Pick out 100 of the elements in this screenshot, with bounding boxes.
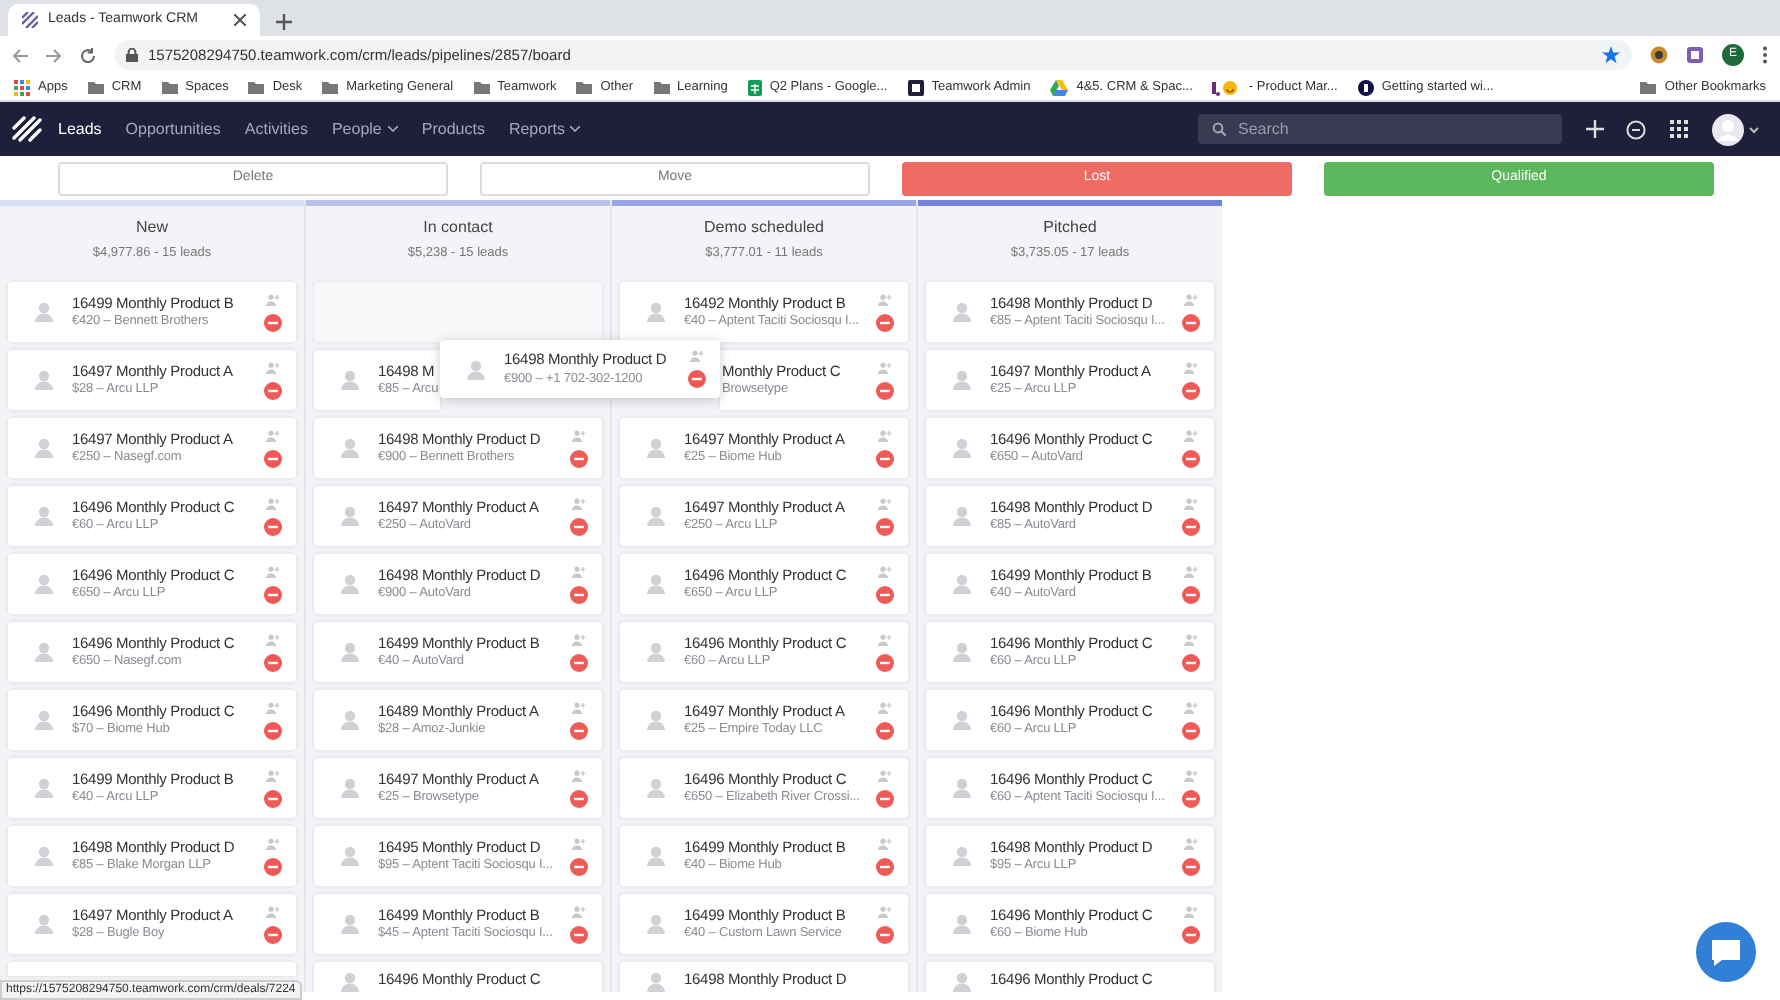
- avatar-icon: [952, 972, 972, 992]
- status-badge-icon[interactable]: [264, 449, 282, 467]
- apps-grid-icon[interactable]: [1670, 120, 1688, 138]
- status-badge-icon[interactable]: [264, 381, 282, 399]
- user-avatar[interactable]: [1712, 113, 1760, 145]
- avatar-icon: [952, 642, 972, 662]
- status-badge-icon[interactable]: [570, 517, 588, 535]
- status-badge-icon[interactable]: [570, 449, 588, 467]
- new-tab-icon[interactable]: [276, 14, 292, 30]
- status-badge-icon[interactable]: [264, 857, 282, 875]
- avatar-icon: [340, 574, 360, 594]
- status-badge-icon[interactable]: [264, 789, 282, 807]
- avatar-icon: [340, 846, 360, 866]
- avatar-icon: [340, 438, 360, 458]
- lock-icon: [126, 48, 138, 62]
- status-badge-icon[interactable]: [264, 313, 282, 331]
- avatar-icon: [646, 642, 666, 662]
- status-badge-icon[interactable]: [1182, 517, 1200, 535]
- status-badge-icon[interactable]: [264, 517, 282, 535]
- status-badge-icon[interactable]: [1182, 857, 1200, 875]
- nav-item[interactable]: Reports: [508, 117, 581, 141]
- avatar-icon: [646, 846, 666, 866]
- status-badge-icon[interactable]: [876, 585, 894, 603]
- avatar-icon: [34, 302, 54, 322]
- nav-item[interactable]: Opportunities: [125, 117, 221, 141]
- stage-title: Pitched: [1043, 216, 1097, 241]
- status-badge-icon[interactable]: [1182, 925, 1200, 943]
- status-badge-icon[interactable]: [570, 653, 588, 671]
- avatar-icon: [34, 778, 54, 798]
- nav-item[interactable]: Leads: [58, 117, 102, 141]
- avatar-icon: [646, 302, 666, 322]
- avatar-icon: [646, 778, 666, 798]
- logo-icon: [22, 12, 38, 28]
- status-badge-icon[interactable]: [1182, 585, 1200, 603]
- stage-title: In contact: [423, 216, 493, 241]
- status-badge-icon[interactable]: [876, 381, 894, 399]
- nav-item[interactable]: Products: [421, 117, 485, 141]
- avatar-icon: [34, 370, 54, 390]
- folder-icon: [87, 81, 104, 93]
- avatar-icon: [340, 710, 360, 730]
- folder-icon: [322, 81, 339, 93]
- avatar-icon: [646, 710, 666, 730]
- status-badge-icon[interactable]: [1182, 313, 1200, 331]
- status-badge-icon[interactable]: [1182, 381, 1200, 399]
- plus-icon[interactable]: [1586, 120, 1604, 138]
- circle-logo-icon: [1357, 79, 1374, 95]
- status-badge-icon[interactable]: [876, 653, 894, 671]
- status-badge-icon[interactable]: [876, 517, 894, 535]
- back-icon[interactable]: [12, 47, 28, 63]
- status-badge-icon[interactable]: [876, 857, 894, 875]
- status-badge-icon[interactable]: [876, 789, 894, 807]
- status-badge-icon[interactable]: [1182, 449, 1200, 467]
- status-badge-icon[interactable]: [570, 857, 588, 875]
- status-badge-icon[interactable]: [570, 925, 588, 943]
- avatar-icon: [340, 642, 360, 662]
- spreadsheet-icon: [747, 79, 762, 95]
- avatar-icon: [952, 710, 972, 730]
- nav-item[interactable]: People: [331, 117, 398, 141]
- status-badge-icon[interactable]: [570, 585, 588, 603]
- avatar-icon: [340, 506, 360, 526]
- reload-icon[interactable]: [80, 47, 96, 63]
- avatar-icon: [34, 846, 54, 866]
- status-badge-icon[interactable]: [264, 925, 282, 943]
- stage-title: New: [135, 216, 168, 241]
- status-badge-icon[interactable]: [876, 721, 894, 739]
- status-badge-icon[interactable]: [876, 449, 894, 467]
- triangle-logo-icon: [1050, 79, 1069, 95]
- status-badge-icon[interactable]: [1182, 789, 1200, 807]
- more-icon[interactable]: [1762, 46, 1768, 64]
- folder-icon: [653, 81, 670, 93]
- avatar-icon: [952, 438, 972, 458]
- folder-icon: [473, 81, 490, 93]
- chat-bubble-icon[interactable]: [1696, 922, 1756, 982]
- search-field[interactable]: Search: [1198, 114, 1562, 144]
- search-icon: [1212, 122, 1226, 136]
- status-badge-icon[interactable]: [1182, 653, 1200, 671]
- smiley-icon: [1212, 79, 1241, 95]
- avatar-icon: [34, 710, 54, 730]
- status-badge-icon[interactable]: [264, 585, 282, 603]
- apps-grid-icon: [14, 79, 30, 95]
- avatar-icon: [340, 972, 360, 992]
- avatar-icon: [952, 370, 972, 390]
- status-badge-icon[interactable]: [264, 721, 282, 739]
- star-icon[interactable]: [1602, 46, 1620, 64]
- close-icon[interactable]: [234, 14, 246, 26]
- folder-icon: [576, 81, 593, 93]
- avatar-icon: [646, 914, 666, 934]
- logo-icon[interactable]: [12, 116, 42, 142]
- forward-icon[interactable]: [46, 47, 62, 63]
- status-badge-icon[interactable]: [1182, 721, 1200, 739]
- avatar-icon: [952, 506, 972, 526]
- status-badge-icon[interactable]: [688, 370, 706, 388]
- avatar-icon: [340, 778, 360, 798]
- avatar-icon: [952, 574, 972, 594]
- status-badge-icon[interactable]: [264, 653, 282, 671]
- status-badge-icon[interactable]: [570, 789, 588, 807]
- status-badge-icon[interactable]: [570, 721, 588, 739]
- status-badge-icon[interactable]: [876, 925, 894, 943]
- nav-item[interactable]: Activities: [244, 117, 308, 141]
- status-badge-icon[interactable]: [876, 313, 894, 331]
